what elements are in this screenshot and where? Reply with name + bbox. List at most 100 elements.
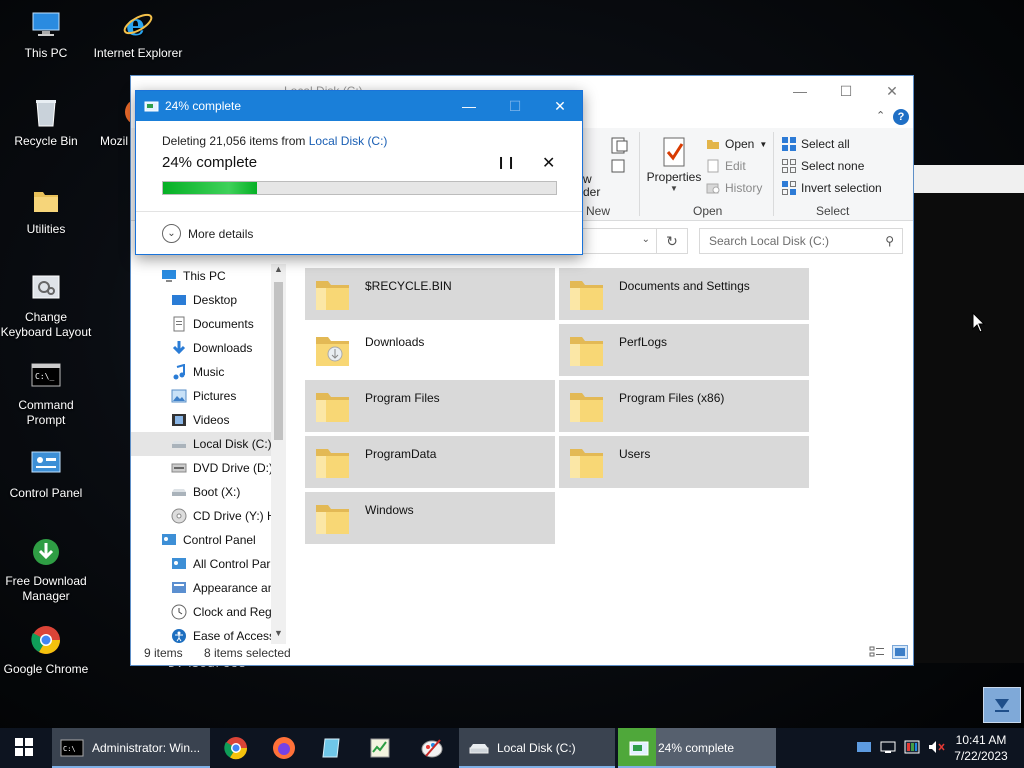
mouse-cursor-icon [972,311,986,337]
select-all-button[interactable]: Select all [782,137,850,151]
nav-item-appearance-an[interactable]: Appearance an [131,576,271,600]
easy-access-icon[interactable] [609,158,629,177]
desktop-icon-this-pc[interactable]: This PC [0,8,92,61]
navigation-pane[interactable]: This PC Desktop Documents Downloads Music Pic… [131,264,286,644]
edit-button[interactable]: Edit [706,159,746,173]
folder-item[interactable]: Downloads [305,324,555,376]
folder-item[interactable]: $RECYCLE.BIN [305,268,555,320]
percent-complete: 24% complete [162,154,258,171]
taskbar-item-chrome[interactable] [214,728,258,768]
new-item-icon[interactable] [609,136,629,159]
folder-item[interactable]: Program Files [305,380,555,432]
taskbar-item-firefox[interactable] [262,728,306,768]
nav-item-cd-drive-y-h[interactable]: CD Drive (Y:) H [131,504,271,528]
network-icon[interactable] [880,740,898,757]
desktop-icon-label: Mozil [100,134,129,148]
desktop-icon-google-chrome[interactable]: Google Chrome [0,624,92,677]
nav-item-documents[interactable]: Documents [131,312,271,336]
nav-item-ease-of-access[interactable]: Ease of Access [131,624,271,644]
close-button[interactable]: ✕ [869,76,915,106]
videos-icon [171,412,187,428]
folder-icon [313,498,353,538]
nav-item-videos[interactable]: Videos [131,408,271,432]
start-button[interactable] [0,728,48,768]
taskbar-item-task-manager[interactable] [358,728,402,768]
open-button[interactable]: Open ▼ [706,137,767,151]
desktop-icon-utilities[interactable]: Utilities [0,184,92,237]
address-bar[interactable]: ⌄ [576,228,656,254]
nav-item-all-control-par[interactable]: All Control Par [131,552,271,576]
desktop-icon-command-prompt[interactable]: C:\_ Command Prompt [0,360,92,428]
scroll-up-icon[interactable]: ▲ [274,264,283,274]
dialog-close-button[interactable]: ✕ [537,91,583,121]
clock[interactable]: 10:41 AM 7/22/2023 [946,732,1016,764]
destination-link[interactable]: Local Disk (C:) [309,134,388,148]
nav-item-music[interactable]: Music [131,360,271,384]
desktop-icon-internet-explorer[interactable]: e Internet Explorer [92,8,184,61]
large-icons-view-icon[interactable] [892,645,908,659]
nav-item-clock-and-regi[interactable]: Clock and Regi [131,600,271,624]
taskbar-item-command-prompt[interactable]: C:\ Administrator: Win... [52,728,210,768]
desktop-icon [171,292,187,308]
nav-item-pictures[interactable]: Pictures [131,384,271,408]
command-prompt-window-body[interactable] [914,193,1024,663]
dialog-minimize-button[interactable]: — [446,91,492,121]
taskbar-item-local-disk[interactable]: Local Disk (C:) [459,728,615,768]
nav-item-boot-x[interactable]: Boot (X:) [131,480,271,504]
volume-muted-icon[interactable] [928,740,946,757]
command-prompt-window-edge[interactable] [914,165,1024,193]
details-view-icon[interactable] [869,646,885,658]
folder-item[interactable]: Documents and Settings [559,268,809,320]
taskbar-item-notepad[interactable] [310,728,354,768]
scrollbar-thumb[interactable] [274,282,283,440]
dialog-maximize-button[interactable]: ☐ [492,91,538,121]
refresh-button[interactable]: ↻ [656,228,688,254]
more-details-button[interactable]: ⌄ More details [162,224,253,243]
pause-button[interactable]: ❙❙ [496,155,516,169]
desktop-icon-change-keyboard-layout[interactable]: Change Keyboard Layout [0,272,92,340]
free-download-manager-icon [30,536,62,568]
help-icon[interactable]: ? [893,109,909,125]
nav-item-this-pc[interactable]: This PC [131,264,271,288]
navigation-scrollbar[interactable]: ▲ ▼ [271,264,286,644]
folder-item[interactable]: PerfLogs [559,324,809,376]
scroll-down-icon[interactable]: ▼ [274,628,283,638]
properties-button[interactable]: Properties ▼ [646,136,702,193]
delete-progress-dialog[interactable]: 24% complete — ☐ ✕ Deleting 21,056 items… [135,90,583,255]
nav-item-dvd-drive-d[interactable]: DVD Drive (D:) [131,456,271,480]
maximize-button[interactable]: ☐ [823,76,869,106]
file-operation-icon [144,99,160,113]
nav-item-local-disk-c[interactable]: Local Disk (C:) [131,432,271,456]
nav-item-control-panel[interactable]: Control Panel [131,528,271,552]
nav-item-downloads[interactable]: Downloads [131,336,271,360]
desktop-icon-control-panel[interactable]: Control Panel [0,448,92,501]
folder-item[interactable]: ProgramData [305,436,555,488]
dialog-titlebar[interactable]: 24% complete — ☐ ✕ [136,91,582,121]
minimize-button[interactable]: — [777,76,823,106]
taskbar-item-paint[interactable] [410,728,454,768]
search-input[interactable]: Search Local Disk (C:) ⚲ [699,228,903,254]
cancel-operation-button[interactable]: ✕ [542,153,555,173]
ribbon-collapse-icon[interactable]: ⌃ [876,109,885,122]
folder-item[interactable]: Users [559,436,809,488]
folder-name: PerfLogs [619,335,668,349]
invert-selection-button[interactable]: Invert selection [782,181,882,195]
folder-icon [313,386,353,426]
nav-item-label: Music [193,365,225,379]
history-button[interactable]: History [706,181,762,195]
pictures-icon [171,388,187,404]
new-folder-partial[interactable]: der [583,185,600,199]
select-none-button[interactable]: Select none [782,159,864,173]
folder-item[interactable]: Windows [305,492,555,544]
nav-item-desktop[interactable]: Desktop [131,288,271,312]
taskbar-item-file-operation[interactable]: 24% complete [618,728,776,768]
new-item-partial[interactable]: w [583,172,592,186]
file-list[interactable]: $RECYCLE.BIN Documents and Settings Downlo… [301,264,911,644]
display-icon[interactable] [904,740,922,757]
folder-item[interactable]: Program Files (x86) [559,380,809,432]
dialog-divider [136,211,582,212]
keyboard-icon[interactable] [856,740,874,757]
desktop-icon-free-download-manager[interactable]: Free Download Manager [0,536,92,604]
fdm-drop-target[interactable] [983,687,1021,723]
address-dropdown-icon[interactable]: ⌄ [642,234,650,245]
